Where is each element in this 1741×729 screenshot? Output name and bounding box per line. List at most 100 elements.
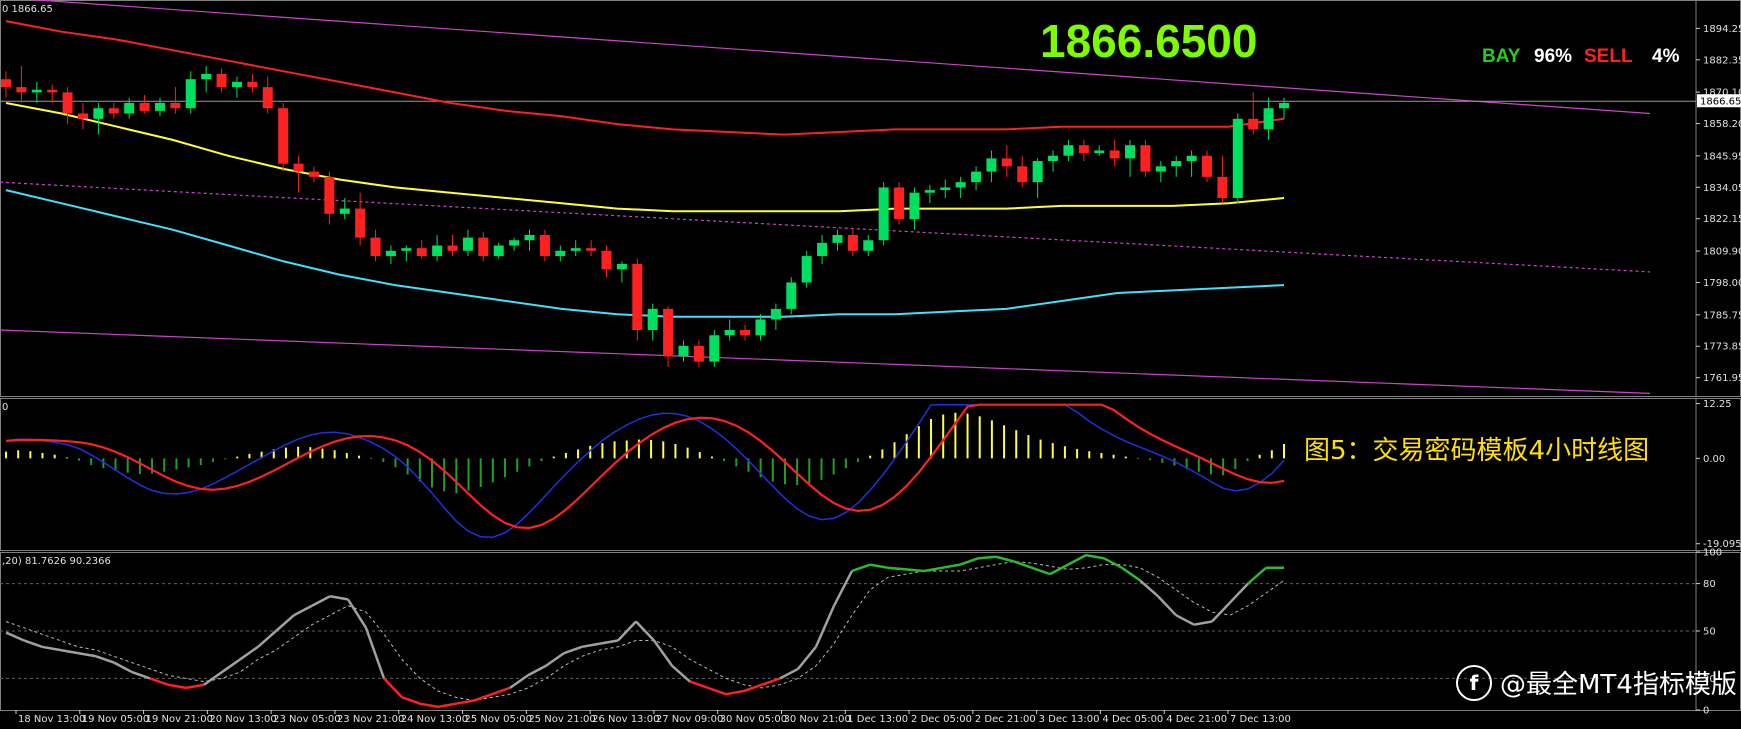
- candle: [1001, 145, 1012, 177]
- price-channel-lines: [0, 0, 1696, 394]
- candle: [231, 76, 242, 98]
- candle: [601, 245, 612, 278]
- candle: [940, 179, 951, 198]
- candle: [986, 150, 997, 183]
- candle-body: [693, 345, 704, 362]
- candle: [370, 229, 381, 262]
- stoch-k-segment: [923, 566, 943, 573]
- stoch-k-segment: [725, 689, 745, 696]
- candle-body: [278, 108, 289, 164]
- channel-line-2: [0, 329, 1651, 394]
- candle: [401, 245, 412, 262]
- candle: [324, 171, 335, 225]
- macd-panel: 12.250.00-19.0950: [2, 399, 1741, 550]
- candle-body: [139, 102, 150, 111]
- candle-body: [894, 187, 905, 220]
- candle: [909, 187, 920, 230]
- stoch-tick-label: 80: [1703, 579, 1716, 590]
- stoch-k-segment: [167, 683, 187, 690]
- stoch-k-segment: [832, 570, 854, 607]
- stoch-k-segment: [329, 595, 349, 601]
- time-tick-label: 3 Dec 13:00: [1039, 714, 1100, 725]
- time-tick-label: 7 Dec 13:00: [1230, 714, 1291, 725]
- candle-body: [1155, 166, 1166, 172]
- candle-body: [601, 250, 612, 270]
- candle: [16, 66, 27, 103]
- price-tick-label: 1761.95: [1703, 373, 1741, 384]
- candle: [416, 240, 427, 259]
- candle: [555, 245, 566, 262]
- candle: [1248, 92, 1259, 135]
- candle-body: [216, 73, 227, 88]
- candle-body: [31, 89, 42, 93]
- candle-body: [1232, 118, 1243, 198]
- candle-body: [201, 73, 212, 80]
- candle: [632, 258, 643, 341]
- stoch-k-segment: [473, 693, 493, 702]
- candle: [108, 102, 119, 119]
- time-tick-label: 24 Nov 13:00: [401, 714, 468, 725]
- stoch-k-segment: [437, 702, 457, 709]
- candle-body: [1032, 161, 1043, 183]
- stoch-k-segment: [113, 661, 133, 674]
- time-tick-label: 4 Dec 21:00: [1166, 714, 1227, 725]
- candle: [863, 234, 874, 257]
- stoch-k-segment: [887, 566, 907, 571]
- moving-average-1: [5, 102, 1285, 213]
- candle: [1, 71, 11, 98]
- candle: [447, 234, 458, 257]
- time-tick-label: 25 Nov 05:00: [465, 714, 532, 725]
- current-price-display: 1866.6500: [1040, 15, 1258, 67]
- candle-body: [1063, 145, 1074, 156]
- candle: [47, 84, 58, 103]
- stoch-k-segment: [545, 652, 565, 667]
- candle: [31, 81, 42, 103]
- stoch-k-segment: [814, 605, 836, 648]
- candle-body: [1001, 158, 1012, 167]
- candle-body: [1279, 102, 1289, 109]
- stoch-k-segment: [869, 563, 889, 570]
- candle-body: [878, 187, 889, 241]
- candle-body: [416, 248, 427, 257]
- candle-body: [632, 264, 643, 330]
- candle: [278, 102, 289, 172]
- candle-body: [1109, 150, 1120, 159]
- candle-body: [478, 237, 489, 257]
- candle-body: [62, 92, 73, 114]
- price-tick-label: 1882.35: [1703, 55, 1741, 66]
- candle-body: [170, 102, 181, 109]
- candle-body: [616, 264, 627, 270]
- stoch-k-segment: [221, 658, 241, 674]
- candle: [509, 237, 520, 251]
- candle-body: [1248, 118, 1259, 130]
- candle-body: [231, 81, 242, 88]
- candle: [1032, 158, 1043, 198]
- candle: [1171, 155, 1182, 177]
- stoch-tick-label: 0: [1703, 706, 1709, 717]
- candle-body: [940, 187, 951, 191]
- stoch-k-segment: [293, 604, 313, 617]
- sell-percent: 4%: [1652, 46, 1680, 67]
- candle: [355, 192, 366, 246]
- stoch-panel-header: ,20) 81.7626 90.2366: [2, 556, 111, 567]
- candle-body: [924, 190, 935, 193]
- candle: [709, 330, 720, 367]
- candle-body: [124, 102, 135, 114]
- price-tick-label: 1845.95: [1703, 151, 1741, 162]
- stoch-k-segment: [689, 680, 709, 690]
- candle: [139, 95, 150, 114]
- candle-body: [801, 256, 812, 283]
- candle-body: [863, 240, 874, 251]
- stoch-k-segment: [959, 557, 979, 566]
- candle-body: [1186, 155, 1197, 162]
- time-tick-label: 4 Dec 05:00: [1102, 714, 1163, 725]
- time-tick-label: 2 Dec 21:00: [975, 714, 1036, 725]
- price-tick-label: 1798.00: [1703, 278, 1741, 289]
- candle-body: [847, 234, 858, 251]
- panel-frame-0: [0, 0, 1741, 397]
- candle: [663, 306, 674, 367]
- candle-body: [432, 245, 443, 257]
- stoch-k-segment: [1175, 614, 1195, 626]
- candle: [62, 87, 73, 125]
- candle: [1109, 139, 1120, 167]
